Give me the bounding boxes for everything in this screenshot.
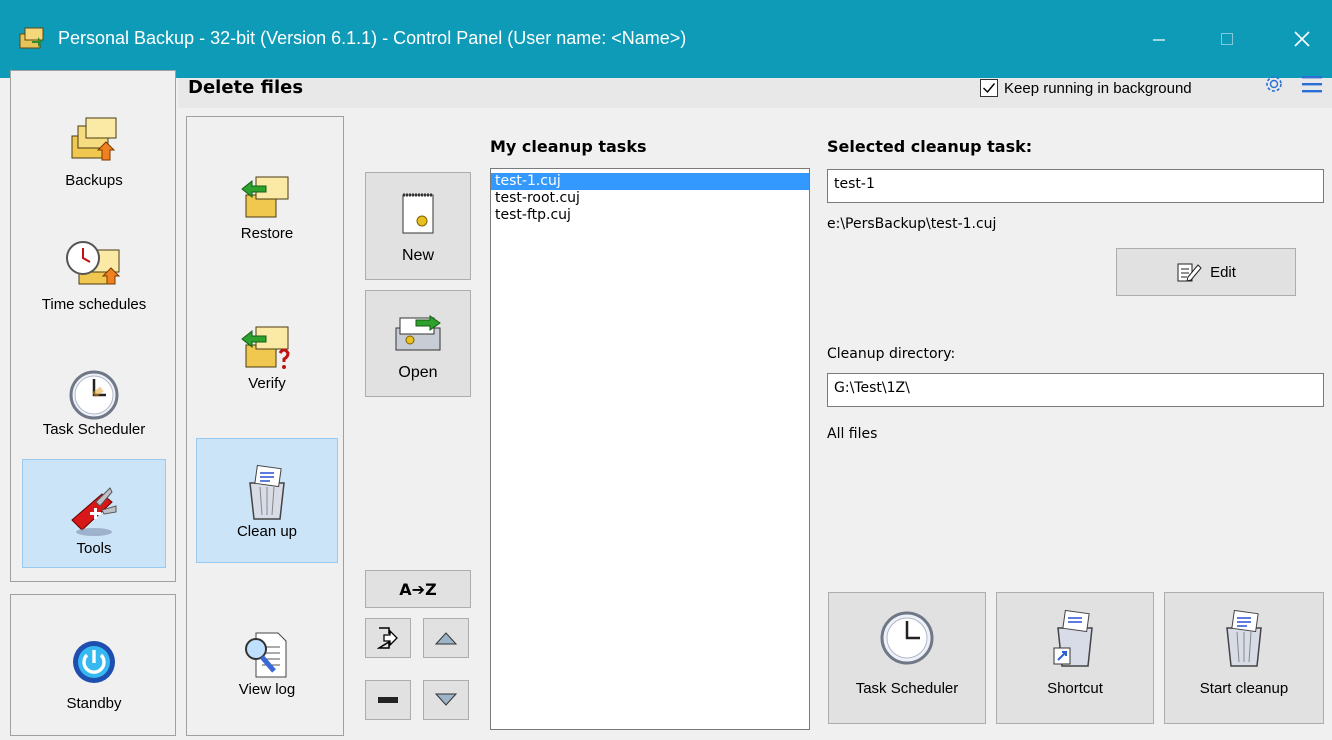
maximize-button[interactable]: [1203, 22, 1251, 56]
backups-icon: [71, 117, 117, 161]
clock-icon: [69, 370, 119, 420]
verify-folder-icon: [241, 326, 290, 369]
maximize-icon: [1221, 33, 1233, 45]
restore-folder-icon: [241, 176, 289, 218]
edit-button[interactable]: Edit: [1116, 248, 1296, 296]
view-log-icon: [245, 632, 287, 678]
nav-task-scheduler-label: Task Scheduler: [42, 421, 146, 438]
trash-bin-icon: [1226, 609, 1262, 667]
nav-restore[interactable]: Restore: [196, 150, 338, 248]
nav-restore-label: Restore: [240, 225, 294, 242]
minus-icon: [378, 697, 398, 703]
trash-bin-icon: [249, 464, 285, 520]
triangle-up-icon: [434, 632, 458, 645]
edit-pencil-icon: [1177, 263, 1202, 282]
edit-label: Edit: [1210, 263, 1236, 281]
nav-clean-up[interactable]: Clean up: [196, 438, 338, 563]
cleanup-directory-field[interactable]: G:\Test\1Z\: [827, 373, 1324, 407]
sort-az-label: A➔Z: [399, 579, 437, 599]
standby-button[interactable]: Standby: [22, 620, 166, 712]
cleanup-directory-label: Cleanup directory:: [827, 346, 956, 362]
sort-az-button[interactable]: A➔Z: [365, 570, 471, 608]
gear-icon[interactable]: [1262, 72, 1286, 96]
minimize-icon: [1153, 39, 1165, 41]
nav-verify-label: Verify: [248, 375, 286, 392]
window-title: Personal Backup - 32-bit (Version 6.1.1)…: [58, 28, 687, 48]
export-arrow-icon: [377, 627, 398, 649]
list-item[interactable]: test-1.cuj: [491, 173, 809, 190]
minimize-button[interactable]: [1135, 22, 1183, 56]
shortcut-button[interactable]: Shortcut: [996, 592, 1154, 724]
swiss-knife-icon: [71, 487, 117, 536]
nav-time-schedules[interactable]: Time schedules: [22, 222, 166, 317]
task-scheduler-button[interactable]: Task Scheduler: [828, 592, 986, 724]
cleanup-tasks-title: My cleanup tasks: [490, 137, 647, 156]
nav-verify[interactable]: Verify: [196, 300, 338, 398]
open-button[interactable]: Open: [365, 290, 471, 397]
start-cleanup-label: Start cleanup: [1199, 680, 1289, 697]
nav-view-log[interactable]: View log: [196, 612, 338, 704]
triangle-down-icon: [434, 693, 458, 706]
open-label: Open: [398, 364, 438, 381]
clock-icon: [880, 611, 934, 665]
app-icon: [19, 27, 44, 49]
cleanup-tasks-list[interactable]: test-1.cuj test-root.cuj test-ftp.cuj: [490, 168, 810, 730]
shortcut-trash-icon: [1053, 609, 1093, 667]
time-schedules-icon: [66, 241, 121, 285]
start-cleanup-button[interactable]: Start cleanup: [1164, 592, 1324, 724]
nav-clean-up-label: Clean up: [236, 523, 298, 540]
remove-button[interactable]: [365, 680, 411, 720]
keep-running-checkbox[interactable]: Keep running in background: [980, 78, 1192, 98]
nav-backups[interactable]: Backups: [22, 90, 166, 195]
title-bar: Personal Backup - 32-bit (Version 6.1.1)…: [0, 0, 1332, 78]
export-button[interactable]: [365, 618, 411, 658]
close-button[interactable]: [1278, 22, 1326, 56]
page-title: Delete files: [188, 77, 304, 98]
new-label: New: [401, 247, 434, 264]
power-icon: [73, 641, 115, 683]
new-button[interactable]: New: [365, 172, 471, 280]
standby-label: Standby: [66, 695, 122, 712]
nav-tools[interactable]: Tools: [22, 459, 166, 568]
shortcut-label: Shortcut: [1047, 680, 1103, 697]
task-file-path: e:\PersBackup\test-1.cuj: [827, 216, 997, 232]
filter-description: All files: [827, 426, 878, 442]
nav-task-scheduler[interactable]: Task Scheduler: [22, 350, 166, 442]
open-file-icon: [395, 315, 441, 351]
new-file-icon: [402, 193, 434, 234]
move-up-button[interactable]: [423, 618, 469, 658]
checkbox-checked-icon: [980, 79, 998, 97]
nav-backups-label: Backups: [65, 172, 123, 189]
list-item[interactable]: test-ftp.cuj: [491, 207, 809, 224]
task-name-field[interactable]: test-1: [827, 169, 1324, 203]
nav-time-schedules-label: Time schedules: [41, 296, 147, 313]
hamburger-menu-icon[interactable]: [1301, 74, 1323, 94]
close-icon: [1294, 31, 1310, 47]
task-scheduler-label: Task Scheduler: [855, 680, 959, 697]
move-down-button[interactable]: [423, 680, 469, 720]
selected-task-title: Selected cleanup task:: [827, 137, 1033, 156]
list-item[interactable]: test-root.cuj: [491, 190, 809, 207]
nav-tools-label: Tools: [76, 540, 112, 557]
nav-view-log-label: View log: [238, 681, 296, 698]
keep-running-label: Keep running in background: [1004, 79, 1192, 97]
